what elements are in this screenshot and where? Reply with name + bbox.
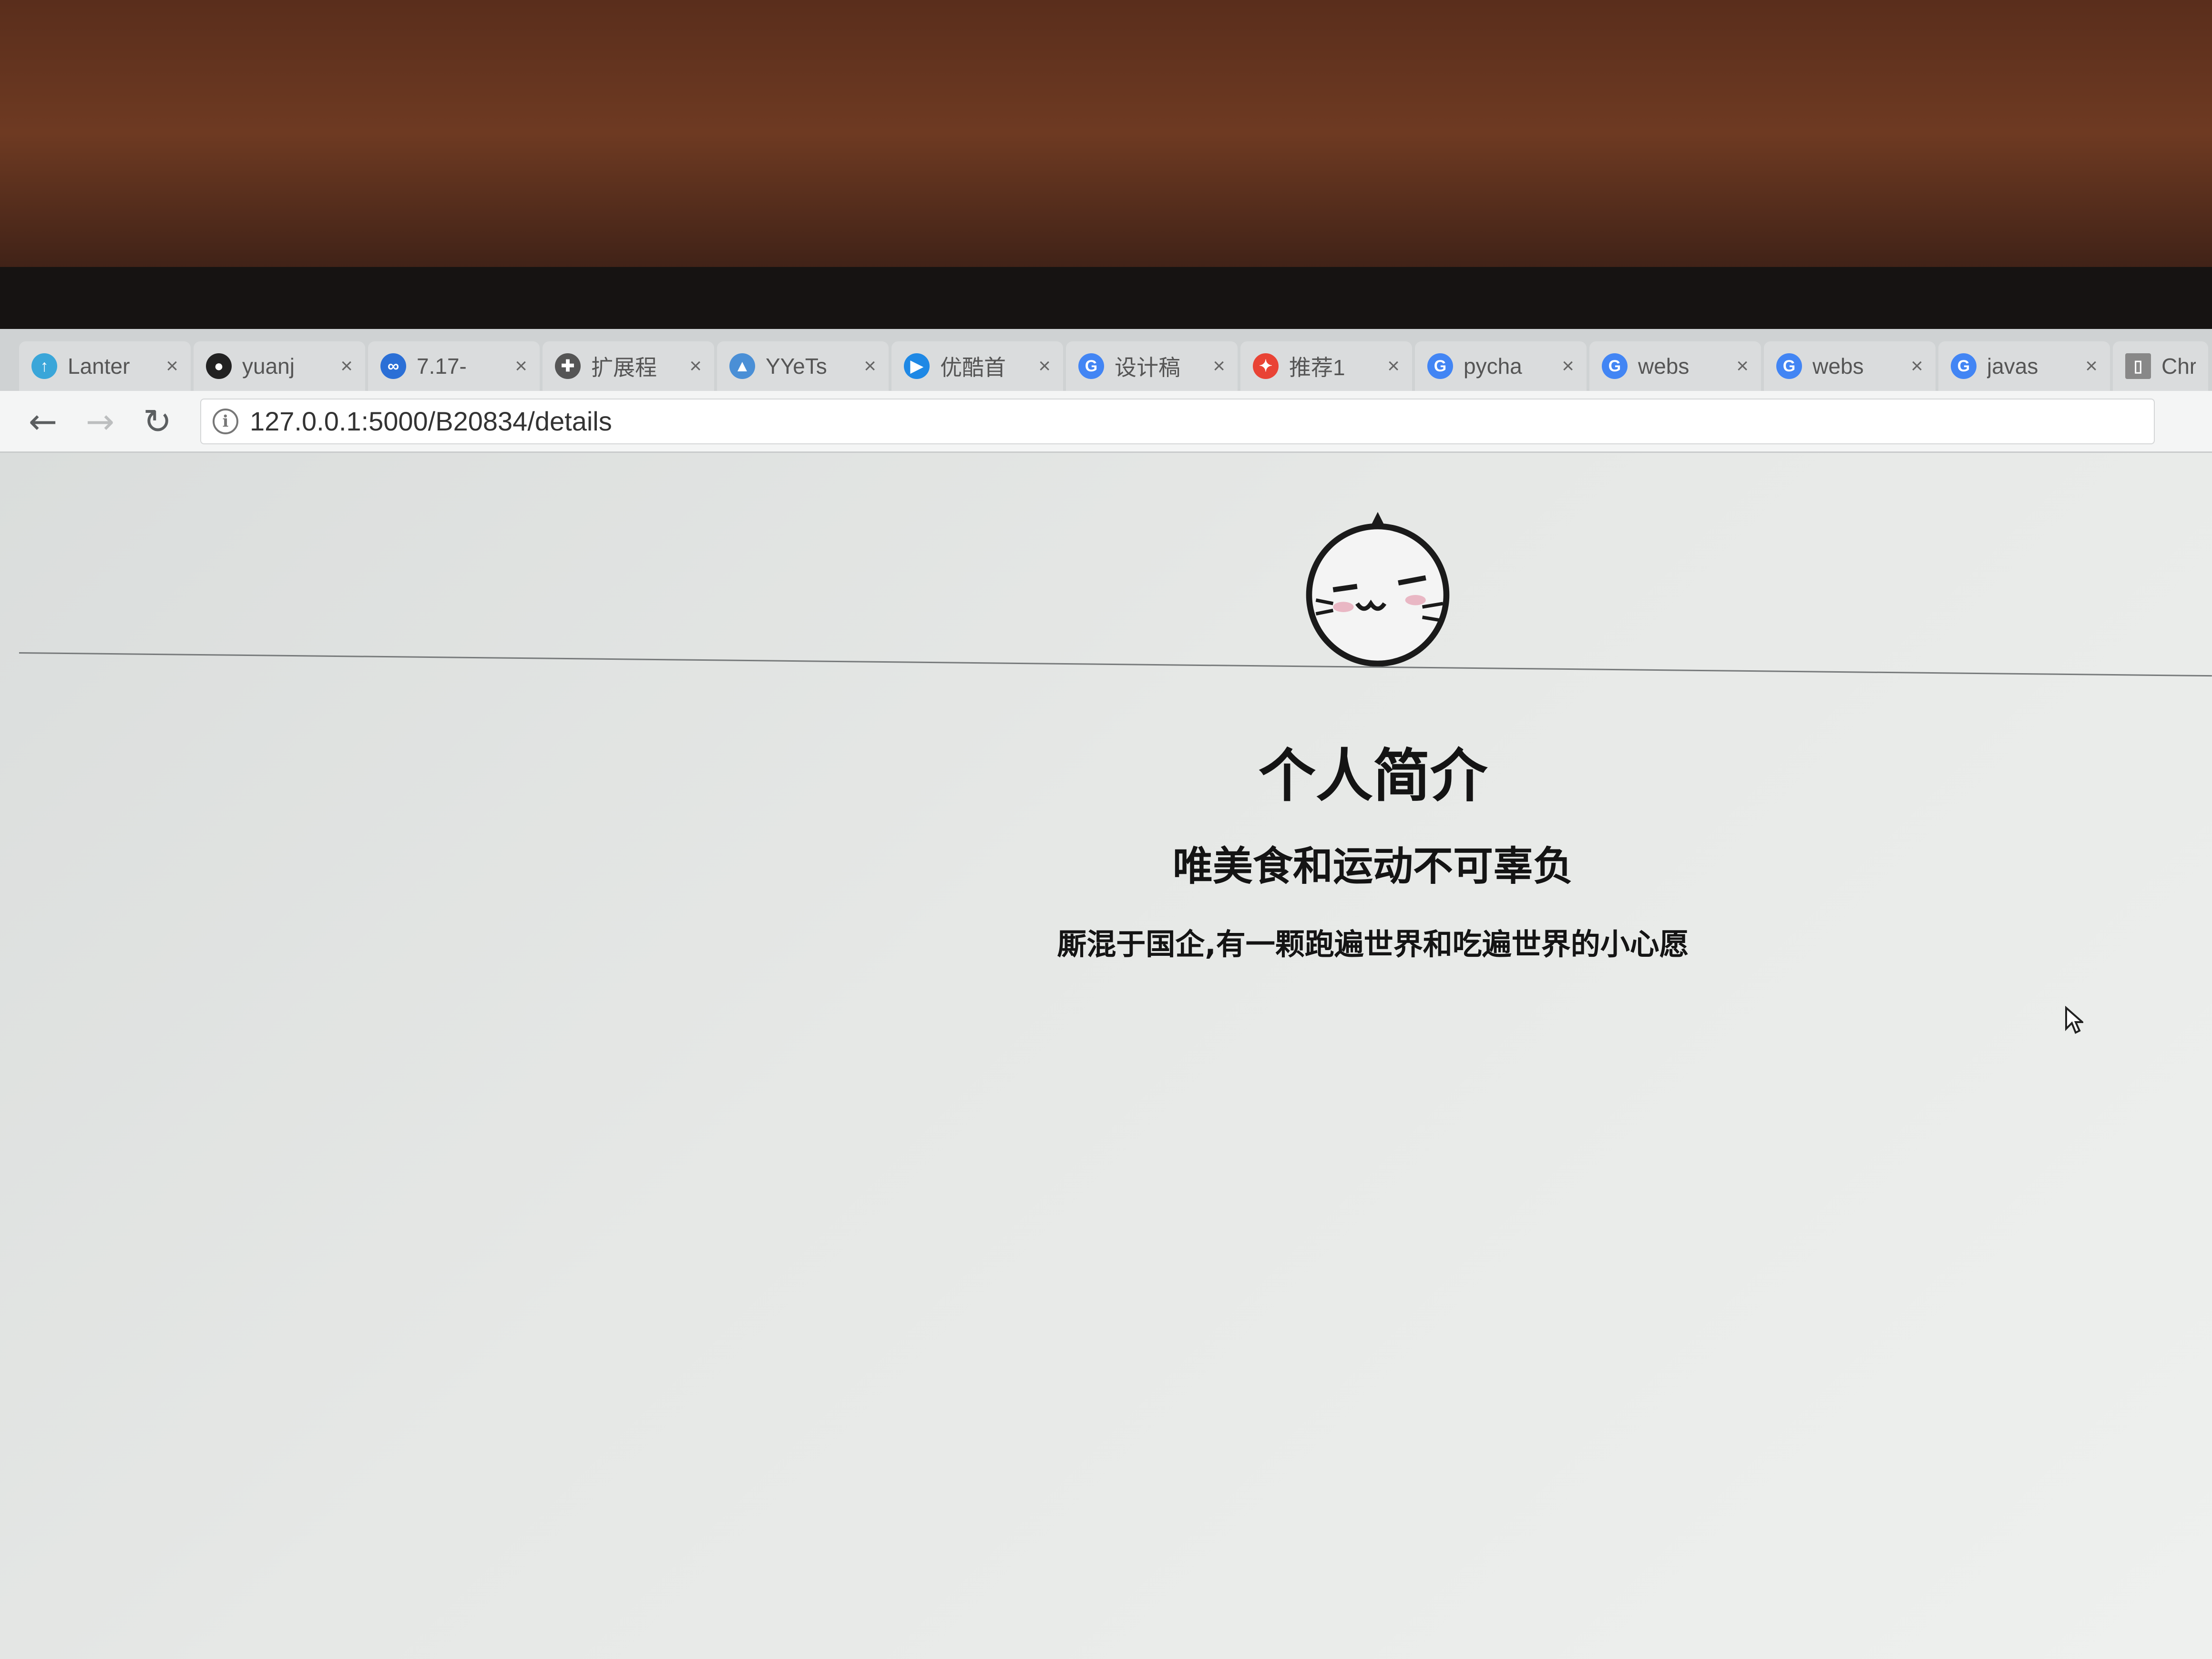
back-arrow-icon[interactable]: ←	[19, 398, 67, 445]
tab-label: YYeTs	[766, 354, 827, 379]
tab-recommend[interactable]: ✦ 推荐1 ×	[1240, 341, 1412, 391]
tab-label: javas	[1987, 354, 2038, 379]
close-icon[interactable]: ×	[689, 354, 702, 378]
close-icon[interactable]: ×	[864, 354, 876, 378]
close-icon[interactable]: ×	[340, 354, 353, 378]
info-icon[interactable]: i	[213, 408, 238, 434]
tab-label: pycha	[1464, 354, 1522, 379]
google-icon: G	[1776, 353, 1802, 379]
close-icon[interactable]: ×	[166, 354, 178, 378]
tab-label: webs	[1638, 354, 1690, 379]
tab-chris[interactable]: ▯ Chris	[2113, 341, 2208, 391]
cat-avatar-image	[1306, 512, 1450, 667]
tab-label: 优酷首	[940, 355, 1006, 380]
page-icon: ▯	[2125, 353, 2151, 379]
reload-icon[interactable]: ↻	[133, 398, 181, 445]
google-icon: G	[1951, 353, 1976, 379]
tab-label: 设计稿	[1115, 355, 1180, 380]
tab-webs-2[interactable]: G webs ×	[1764, 341, 1936, 391]
bio-text: 厮混于国企,有一颗跑遍世界和吃遍世界的小心愿	[1057, 927, 1689, 962]
url-text[interactable]: 127.0.0.1:5000/B20834/details	[250, 406, 612, 437]
yyets-icon: ▲	[729, 353, 755, 379]
tab-label: 推荐1	[1289, 355, 1345, 380]
tab-label: Chris	[2161, 354, 2196, 379]
tab-lantern[interactable]: ↑ Lanter ×	[19, 341, 191, 391]
tab-label: 7.17-	[417, 354, 467, 379]
tab-yyets[interactable]: ▲ YYeTs ×	[717, 341, 889, 391]
baidu-cloud-icon: ∞	[380, 353, 406, 379]
page-subtitle: 唯美食和运动不可辜负	[1172, 843, 1573, 890]
address-bar[interactable]: i 127.0.0.1:5000/B20834/details	[200, 398, 2155, 444]
google-icon: G	[1602, 353, 1628, 379]
tab-label: yuanj	[242, 354, 295, 379]
tab-design[interactable]: G 设计稿 ×	[1066, 341, 1238, 391]
close-icon[interactable]: ×	[1911, 354, 1923, 378]
google-icon: G	[1078, 353, 1104, 379]
browser-toolbar: ← → ↻ i 127.0.0.1:5000/B20834/details	[0, 391, 2212, 453]
puzzle-icon: ✚	[555, 353, 581, 379]
tab-extensions[interactable]: ✚ 扩展程 ×	[543, 341, 714, 391]
pinwheel-icon: ✦	[1253, 353, 1279, 379]
close-icon[interactable]: ×	[1736, 354, 1749, 378]
close-icon[interactable]: ×	[1562, 354, 1574, 378]
lantern-icon: ↑	[31, 353, 57, 379]
github-icon: ●	[206, 353, 232, 379]
browser-window: ↑ Lanter × ● yuanj × ∞ 7.17- × ✚ 扩展程 × ▲…	[0, 329, 2212, 1659]
tab-label: 扩展程	[591, 355, 657, 380]
tab-label: webs	[1813, 354, 1864, 379]
tab-baidu-cloud[interactable]: ∞ 7.17- ×	[368, 341, 540, 391]
header-divider	[19, 652, 2212, 677]
youku-icon: ▶	[904, 353, 930, 379]
tab-pycharm[interactable]: G pycha ×	[1415, 341, 1587, 391]
close-icon[interactable]: ×	[1213, 354, 1225, 378]
tab-strip: ↑ Lanter × ● yuanj × ∞ 7.17- × ✚ 扩展程 × ▲…	[0, 329, 2212, 391]
tab-youku[interactable]: ▶ 优酷首 ×	[891, 341, 1063, 391]
tab-label: Lanter	[68, 354, 130, 379]
tab-javascript[interactable]: G javas ×	[1938, 341, 2110, 391]
close-icon[interactable]: ×	[1038, 354, 1051, 378]
forward-arrow-icon[interactable]: →	[76, 398, 124, 445]
close-icon[interactable]: ×	[515, 354, 527, 378]
mouse-cursor-icon	[2065, 1006, 2083, 1034]
tab-github[interactable]: ● yuanj ×	[194, 341, 365, 391]
close-icon[interactable]: ×	[1387, 354, 1400, 378]
close-icon[interactable]: ×	[2085, 354, 2098, 378]
tab-webs-1[interactable]: G webs ×	[1589, 341, 1761, 391]
google-icon: G	[1427, 353, 1453, 379]
page-content: 个人简介 唯美食和运动不可辜负 厮混于国企,有一颗跑遍世界和吃遍世界的小心愿	[0, 453, 2212, 1659]
page-title: 个人简介	[1259, 743, 1487, 809]
